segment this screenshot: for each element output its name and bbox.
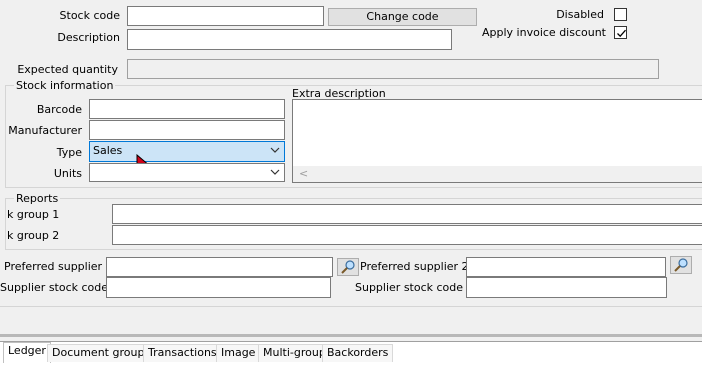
- type-select-value: Sales: [93, 144, 123, 157]
- preferred-supplier-1-label: Preferred supplier 1: [4, 260, 113, 273]
- extra-description-textarea[interactable]: <: [292, 99, 702, 183]
- tab-bar: Ledger Document groups Transactions Imag…: [0, 341, 702, 367]
- supplier-stock-code-1-label: Supplier stock code: [0, 281, 109, 294]
- group1-input[interactable]: [112, 204, 702, 224]
- divider: [0, 306, 702, 307]
- supplier-stock-code-1-input[interactable]: [106, 277, 331, 298]
- stock-information-title: Stock information: [14, 79, 116, 92]
- expected-quantity-label: Expected quantity: [17, 63, 118, 76]
- units-label: Units: [53, 167, 82, 180]
- manufacturer-input[interactable]: [89, 120, 285, 140]
- tab-transactions[interactable]: Transactions: [143, 344, 222, 362]
- scroll-left-icon[interactable]: <: [299, 167, 308, 180]
- group2-input[interactable]: [112, 225, 702, 245]
- group2-label: k group 2: [7, 229, 60, 242]
- stock-code-input[interactable]: [127, 6, 324, 26]
- expected-quantity-input: [127, 59, 659, 79]
- apply-invoice-discount-checkbox[interactable]: [614, 26, 627, 39]
- group1-label: k group 1: [7, 208, 60, 221]
- type-select[interactable]: Sales: [89, 141, 285, 162]
- disabled-label: Disabled: [556, 8, 604, 21]
- disabled-checkbox[interactable]: [614, 8, 627, 21]
- barcode-label: Barcode: [36, 103, 82, 116]
- checkmark-icon: [617, 29, 626, 38]
- description-input[interactable]: [127, 29, 452, 50]
- horizontal-scrollbar[interactable]: <: [293, 166, 702, 182]
- preferred-supplier-2-input[interactable]: [466, 257, 666, 277]
- chevron-down-icon: [270, 169, 280, 175]
- change-code-button[interactable]: Change code: [328, 8, 477, 26]
- apply-invoice-discount-label: Apply invoice discount: [482, 26, 606, 39]
- reports-title: Reports: [14, 192, 61, 205]
- tab-document-groups[interactable]: Document groups: [47, 344, 156, 362]
- units-select[interactable]: [89, 163, 285, 182]
- preferred-supplier-2-search-button[interactable]: [670, 256, 692, 274]
- tab-ledger[interactable]: Ledger: [3, 342, 51, 363]
- supplier-stock-code-2-label: Supplier stock code: [355, 281, 464, 294]
- manufacturer-label: Manufacturer: [8, 124, 82, 137]
- tab-backorders[interactable]: Backorders: [322, 344, 394, 362]
- tab-image[interactable]: Image: [216, 344, 261, 362]
- preferred-supplier-2-label: Preferred supplier 2: [360, 260, 469, 273]
- preferred-supplier-1-search-button[interactable]: [337, 258, 359, 276]
- magnifier-icon: [341, 260, 355, 274]
- stock-code-label: Stock code: [59, 9, 120, 22]
- barcode-input[interactable]: [89, 99, 285, 119]
- tab-multi-group[interactable]: Multi-group: [258, 344, 331, 362]
- splitter[interactable]: [0, 334, 702, 337]
- chevron-down-icon: [270, 147, 280, 153]
- magnifier-icon: [674, 258, 688, 272]
- type-label: Type: [56, 146, 82, 159]
- preferred-supplier-1-input[interactable]: [106, 257, 333, 277]
- supplier-stock-code-2-input[interactable]: [466, 277, 667, 298]
- description-label: Description: [57, 31, 120, 44]
